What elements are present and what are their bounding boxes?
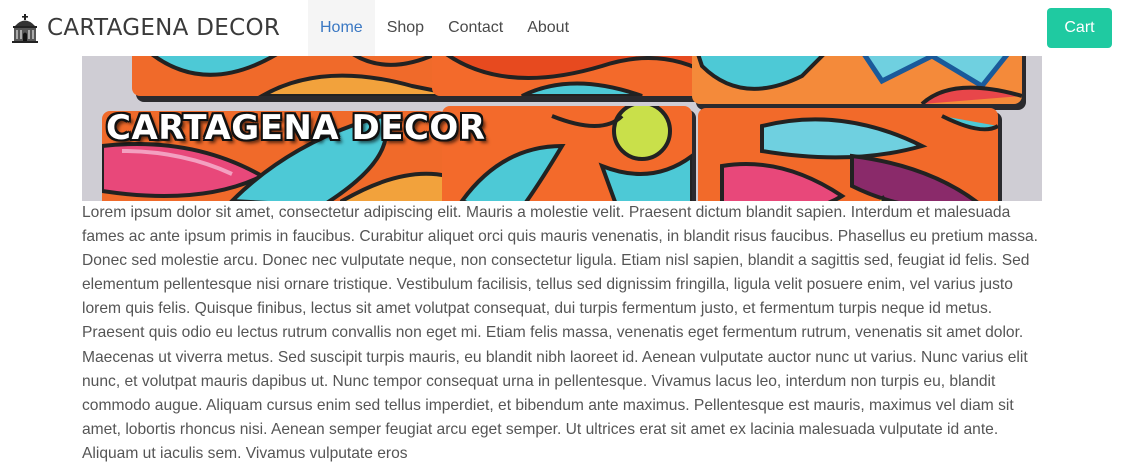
brand-link[interactable]: CARTAGENA DECOR [10,13,280,43]
body-paragraph: Lorem ipsum dolor sit amet, consectetur … [82,204,1038,462]
nav-link-shop[interactable]: Shop [375,0,436,56]
nav-links: Home Shop Contact About [308,0,581,56]
hero-title: CARTAGENA DECOR [106,108,486,148]
nav-link-about[interactable]: About [515,0,581,56]
nav-link-home[interactable]: Home [308,0,375,56]
brand-name: CARTAGENA DECOR [47,15,281,41]
cart-button[interactable]: Cart [1047,8,1112,48]
nav-link-contact[interactable]: Contact [436,0,515,56]
church-building-icon [12,14,38,43]
top-navbar: CARTAGENA DECOR Home Shop Contact About … [0,0,1122,56]
hero-banner: CARTAGENA DECOR [82,56,1042,201]
